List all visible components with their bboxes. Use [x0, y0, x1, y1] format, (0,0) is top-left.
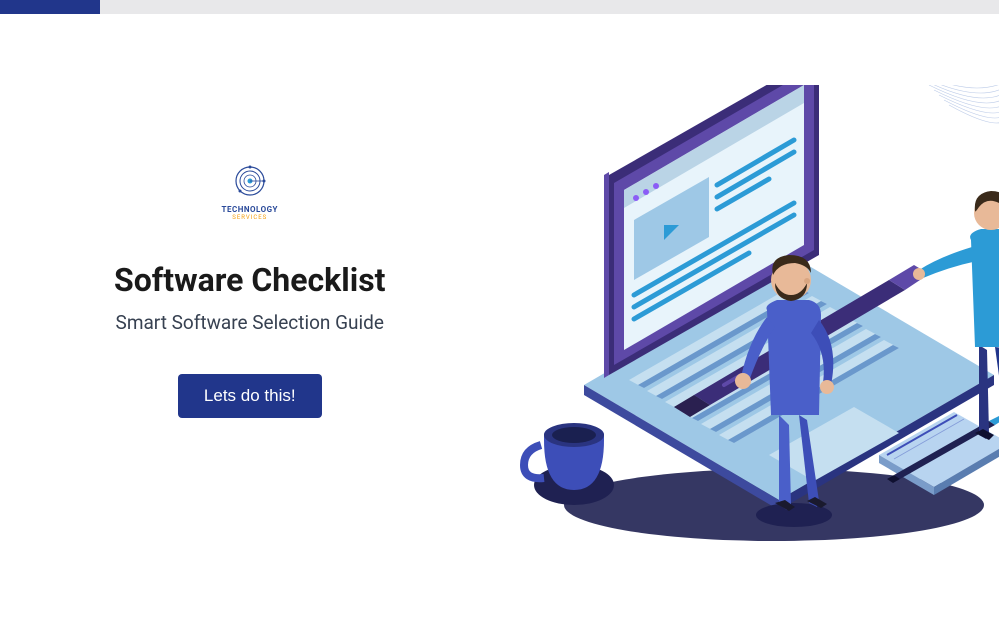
text-panel: TECHNOLOGY SERVICES Software Checklist S… — [0, 14, 500, 625]
main-content: TECHNOLOGY SERVICES Software Checklist S… — [0, 14, 999, 625]
progress-bar — [0, 0, 999, 14]
start-button[interactable]: Lets do this! — [178, 374, 322, 418]
logo-icon — [230, 161, 270, 201]
hero-illustration — [489, 85, 999, 565]
page-subtitle: Smart Software Selection Guide — [116, 311, 384, 334]
logo-text-secondary: SERVICES — [232, 214, 267, 221]
logo-text-primary: TECHNOLOGY — [222, 205, 279, 214]
brand-logo: TECHNOLOGY SERVICES — [222, 161, 279, 221]
illustration-panel — [500, 14, 999, 625]
page-title: Software Checklist — [114, 261, 385, 299]
progress-bar-fill — [0, 0, 100, 14]
